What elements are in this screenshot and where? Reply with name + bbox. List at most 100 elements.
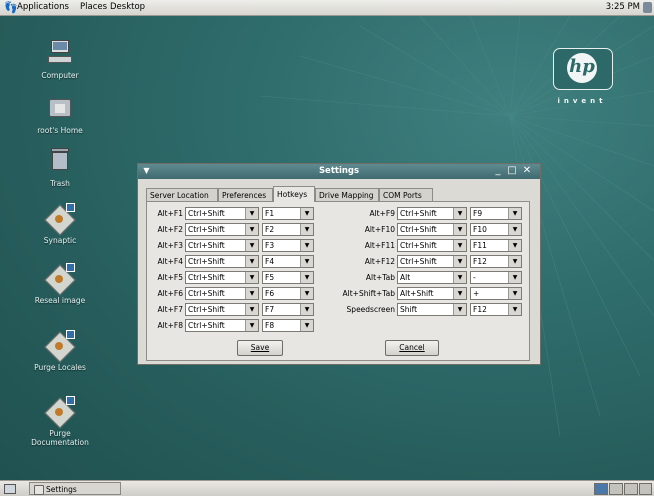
dropdown-arrow-icon[interactable]: ▼ [245,288,258,299]
dropdown-arrow-icon[interactable]: ▼ [300,240,313,251]
modifier-value: Ctrl+Shift [188,273,225,282]
tab-preferences[interactable]: Preferences [218,188,273,201]
dropdown-arrow-icon[interactable]: ▼ [508,288,521,299]
dialog-titlebar[interactable]: ▼ Settings _ □ ✕ [138,164,540,179]
key-value: F5 [265,273,275,282]
taskbar-settings-button[interactable]: Settings [29,482,121,495]
dropdown-arrow-icon[interactable]: ▼ [453,288,466,299]
dropdown-arrow-icon[interactable]: ▼ [245,256,258,267]
key-select[interactable]: F4 ▼ [262,255,314,268]
maximize-icon[interactable]: □ [506,165,518,177]
key-select[interactable]: + ▼ [470,287,522,300]
dropdown-arrow-icon[interactable]: ▼ [300,256,313,267]
dropdown-arrow-icon[interactable]: ▼ [245,240,258,251]
dropdown-arrow-icon[interactable]: ▼ [245,272,258,283]
workspace-2[interactable] [609,483,623,495]
dropdown-arrow-icon[interactable]: ▼ [508,304,521,315]
workspace-3[interactable] [624,483,638,495]
dropdown-arrow-icon[interactable]: ▼ [508,256,521,267]
key-select[interactable]: F6 ▼ [262,287,314,300]
modifier-value: Ctrl+Shift [400,241,437,250]
modifier-select[interactable]: Ctrl+Shift ▼ [185,255,259,268]
dropdown-arrow-icon[interactable]: ▼ [300,288,313,299]
key-select[interactable]: F12 ▼ [470,255,522,268]
tab-hotkeys[interactable]: Hotkeys [273,186,315,202]
dropdown-arrow-icon[interactable]: ▼ [508,272,521,283]
hp-logo: hp [553,48,613,90]
modifier-select[interactable]: Ctrl+Shift ▼ [397,207,467,220]
dropdown-arrow-icon[interactable]: ▼ [300,320,313,331]
modifier-select[interactable]: Ctrl+Shift ▼ [185,271,259,284]
modifier-select[interactable]: Ctrl+Shift ▼ [397,239,467,252]
save-button[interactable]: Save [237,340,283,356]
close-icon[interactable]: ✕ [521,165,533,177]
dropdown-arrow-icon[interactable]: ▼ [300,304,313,315]
notification-icon[interactable] [643,2,652,13]
modifier-select[interactable]: Ctrl+Shift ▼ [185,303,259,316]
dropdown-arrow-icon[interactable]: ▼ [453,304,466,315]
hotkey-label: Alt+F11 [364,241,395,250]
modifier-select[interactable]: Ctrl+Shift ▼ [185,287,259,300]
menu-applications[interactable]: Applications [17,2,69,13]
dropdown-arrow-icon[interactable]: ▼ [453,256,466,267]
dropdown-arrow-icon[interactable]: ▼ [508,240,521,251]
desktop-icon-synaptic[interactable]: Synaptic [25,203,95,245]
modifier-select[interactable]: Ctrl+Shift ▼ [397,223,467,236]
dropdown-arrow-icon[interactable]: ▼ [245,208,258,219]
cancel-button[interactable]: Cancel [385,340,439,356]
tab-com-ports[interactable]: COM Ports [379,188,433,201]
modifier-select[interactable]: Ctrl+Shift ▼ [185,223,259,236]
hotkey-label: Alt+F7 [157,305,183,314]
key-select[interactable]: F7 ▼ [262,303,314,316]
menu-places[interactable]: Places [80,2,107,13]
dropdown-arrow-icon[interactable]: ▼ [453,224,466,235]
key-select[interactable]: F2 ▼ [262,223,314,236]
desktop-icon-reseal[interactable]: Reseal image [25,263,95,305]
desktop-icon-purge-documentation[interactable]: Purge Documentation [25,396,95,447]
dropdown-arrow-icon[interactable]: ▼ [245,304,258,315]
desktop-icon-label: Reseal image [34,296,86,305]
menu-desktop[interactable]: Desktop [110,2,145,13]
key-select[interactable]: F12 ▼ [470,303,522,316]
workspace-4[interactable] [639,483,652,495]
minimize-icon[interactable]: _ [492,165,504,177]
desktop-icon-purge-locales[interactable]: Purge Locales [25,330,95,372]
key-value: F6 [265,289,275,298]
dropdown-arrow-icon[interactable]: ▼ [508,208,521,219]
dropdown-arrow-icon[interactable]: ▼ [300,208,313,219]
desktop-icon-home[interactable]: root's Home [25,93,95,135]
dropdown-arrow-icon[interactable]: ▼ [508,224,521,235]
hotkey-label: Alt+F3 [157,241,183,250]
modifier-select[interactable]: Ctrl+Shift ▼ [397,255,467,268]
clock[interactable]: 3:25 PM [606,2,640,13]
key-select[interactable]: F9 ▼ [470,207,522,220]
dropdown-arrow-icon[interactable]: ▼ [300,224,313,235]
desktop-icon-computer[interactable]: Computer [25,38,95,80]
key-select[interactable]: F5 ▼ [262,271,314,284]
key-select[interactable]: F10 ▼ [470,223,522,236]
key-select[interactable]: F3 ▼ [262,239,314,252]
modifier-select[interactable]: Ctrl+Shift ▼ [185,239,259,252]
modifier-select[interactable]: Ctrl+Shift ▼ [185,319,259,332]
key-select[interactable]: F1 ▼ [262,207,314,220]
gnome-foot-icon[interactable]: 👣 [4,2,18,13]
dropdown-arrow-icon[interactable]: ▼ [300,272,313,283]
tab-server-location[interactable]: Server Location [146,188,218,201]
modifier-select[interactable]: Shift ▼ [397,303,467,316]
key-select[interactable]: - ▼ [470,271,522,284]
dropdown-arrow-icon[interactable]: ▼ [245,224,258,235]
key-select[interactable]: F11 ▼ [470,239,522,252]
dropdown-arrow-icon[interactable]: ▼ [245,320,258,331]
modifier-value: Ctrl+Shift [188,225,225,234]
modifier-select[interactable]: Alt ▼ [397,271,467,284]
key-select[interactable]: F8 ▼ [262,319,314,332]
desktop-icon-trash[interactable]: Trash [25,146,95,188]
dropdown-arrow-icon[interactable]: ▼ [453,272,466,283]
modifier-select[interactable]: Alt+Shift ▼ [397,287,467,300]
show-desktop-icon[interactable] [4,484,16,494]
dropdown-arrow-icon[interactable]: ▼ [453,208,466,219]
workspace-1[interactable] [594,483,608,495]
dropdown-arrow-icon[interactable]: ▼ [453,240,466,251]
tab-drive-mapping[interactable]: Drive Mapping [315,188,379,201]
modifier-select[interactable]: Ctrl+Shift ▼ [185,207,259,220]
